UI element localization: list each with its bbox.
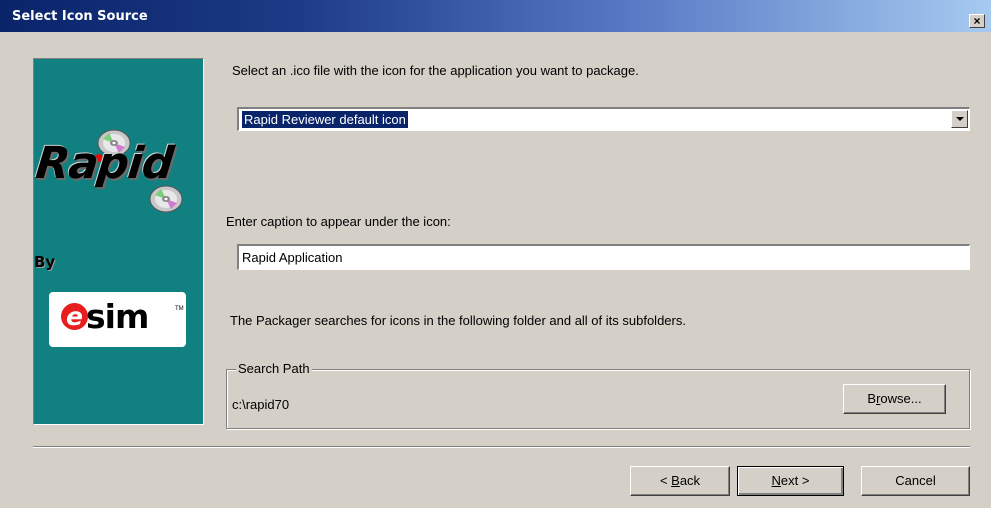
footer-separator: [33, 446, 970, 448]
esim-trademark: TM: [175, 306, 184, 312]
back-button[interactable]: < Back: [630, 466, 730, 496]
close-icon: ×: [973, 14, 981, 28]
icon-source-select[interactable]: Rapid Reviewer default icon: [237, 107, 970, 131]
title-bar: Select Icon Source ×: [0, 0, 991, 32]
next-button[interactable]: Next >: [737, 466, 844, 496]
search-description: The Packager searches for icons in the f…: [230, 313, 686, 328]
icon-source-selected: Rapid Reviewer default icon: [242, 111, 408, 128]
search-path-value: c:\rapid70: [232, 397, 290, 412]
icon-instruction: Select an .ico file with the icon for th…: [232, 63, 639, 78]
close-button[interactable]: ×: [969, 14, 985, 28]
window-title: Select Icon Source: [12, 9, 148, 24]
cancel-button[interactable]: Cancel: [861, 466, 970, 496]
next-label-accel: N: [771, 473, 781, 488]
cd-icon: [149, 185, 183, 213]
search-path-legend: Search Path: [236, 361, 312, 376]
esim-e-mark: e: [61, 303, 88, 330]
browse-label-post: owse...: [880, 391, 922, 406]
rapid-logo-text: Rapid: [33, 138, 176, 189]
caption-label: Enter caption to appear under the icon:: [226, 214, 451, 229]
esim-wordmark: sim: [86, 297, 149, 336]
browse-label-pre: B: [867, 391, 877, 406]
back-label-accel: B: [671, 473, 680, 488]
dropdown-arrow-icon[interactable]: [951, 110, 968, 128]
back-label-post: ack: [679, 473, 701, 488]
by-label: By: [34, 253, 56, 271]
back-label-pre: <: [659, 473, 672, 488]
browse-button[interactable]: Browse...: [843, 384, 946, 414]
esim-logo: e sim TM: [49, 292, 186, 347]
brand-banner: Rapid By: [33, 58, 204, 425]
next-label-post: ext >: [780, 473, 810, 488]
caption-input[interactable]: Rapid Application: [237, 244, 970, 270]
